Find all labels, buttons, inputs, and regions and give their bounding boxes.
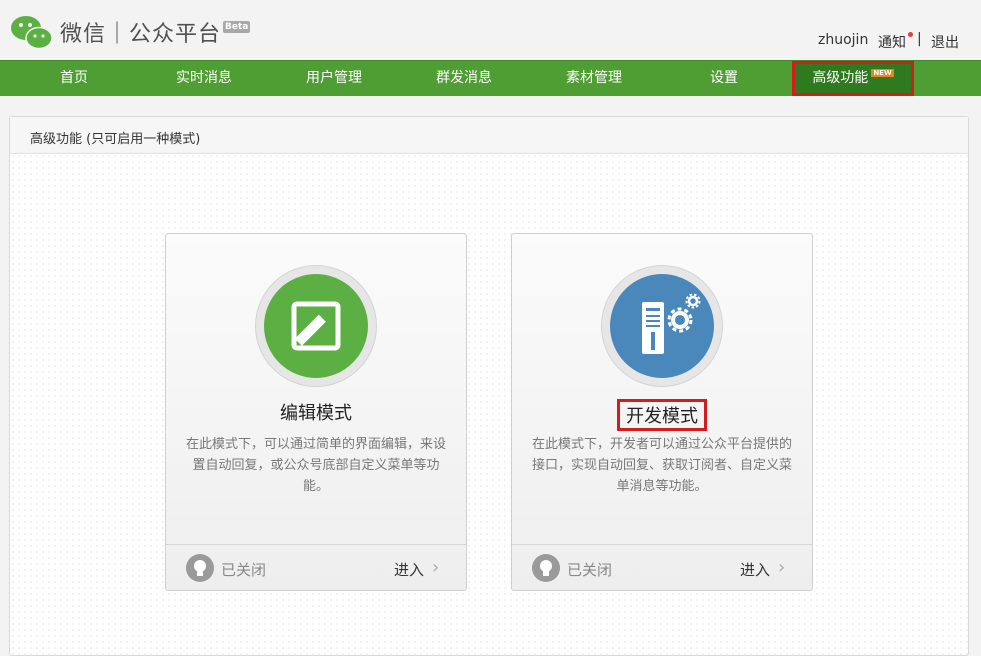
chevron-right-icon[interactable]: › xyxy=(432,557,439,578)
edit-mode-status: 已关闭 xyxy=(221,561,267,579)
developer-mode-footer: 已关闭 进入 › xyxy=(512,544,812,591)
edit-mode-enter-link[interactable]: 进入 xyxy=(394,559,424,580)
nav-item-advanced-features[interactable]: 高级功能 NEW xyxy=(792,61,914,96)
developer-mode-status: 已关闭 xyxy=(567,561,613,579)
wechat-logo-icon xyxy=(11,16,53,50)
lightbulb-icon xyxy=(532,554,560,582)
panel-header: 高级功能 (只可启用一种模式) xyxy=(10,117,968,154)
developer-mode-description: 在此模式下，开发者可以通过公众平台提供的接口，实现自动回复、获取订阅者、自定义菜… xyxy=(531,437,792,494)
logout-link[interactable]: 退出 xyxy=(931,32,959,52)
server-gear-icon xyxy=(610,274,714,378)
edit-mode-description: 在此模式下，可以通过简单的界面编辑，来设置自动回复，或公众号底部自定义菜单等功能… xyxy=(185,437,446,494)
beta-badge: Beta xyxy=(223,21,251,33)
new-badge: NEW xyxy=(871,69,894,77)
edit-mode-title: 编辑模式 xyxy=(280,403,352,424)
panel-title: 高级功能 (只可启用一种模式) xyxy=(30,132,201,147)
notice-link[interactable]: 通知 xyxy=(878,32,906,52)
main-nav: 首页 实时消息 用户管理 群发消息 素材管理 设置 高级功能 NEW xyxy=(0,60,981,96)
nav-item-mass-messaging[interactable]: 群发消息 xyxy=(414,61,514,96)
developer-mode-title: 开发模式 xyxy=(617,399,707,431)
nav-item-user-management[interactable]: 用户管理 xyxy=(284,61,384,96)
header-separator: | xyxy=(917,31,922,47)
developer-mode-enter-link[interactable]: 进入 xyxy=(740,559,770,580)
nav-item-realtime-messages[interactable]: 实时消息 xyxy=(154,61,254,96)
nav-item-material-management[interactable]: 素材管理 xyxy=(544,61,644,96)
username-link[interactable]: zhuojin xyxy=(818,32,868,48)
nav-item-settings[interactable]: 设置 xyxy=(684,61,764,96)
header: 微信｜公众平台 Beta zhuojin 通知 | 退出 xyxy=(0,0,981,60)
chevron-right-icon[interactable]: › xyxy=(778,557,785,578)
edit-mode-card: 编辑模式 在此模式下，可以通过简单的界面编辑，来设置自动回复，或公众号底部自定义… xyxy=(165,233,467,591)
notification-dot xyxy=(908,32,913,37)
advanced-features-panel: 高级功能 (只可启用一种模式) xyxy=(9,116,969,656)
nav-item-home[interactable]: 首页 xyxy=(34,61,114,96)
edit-icon xyxy=(264,274,368,378)
edit-mode-footer: 已关闭 进入 › xyxy=(166,544,466,591)
logo-text: 微信｜公众平台 xyxy=(60,22,222,47)
lightbulb-icon xyxy=(186,554,214,582)
developer-mode-card: 开发模式 在此模式下，开发者可以通过公众平台提供的接口，实现自动回复、获取订阅者… xyxy=(511,233,813,591)
